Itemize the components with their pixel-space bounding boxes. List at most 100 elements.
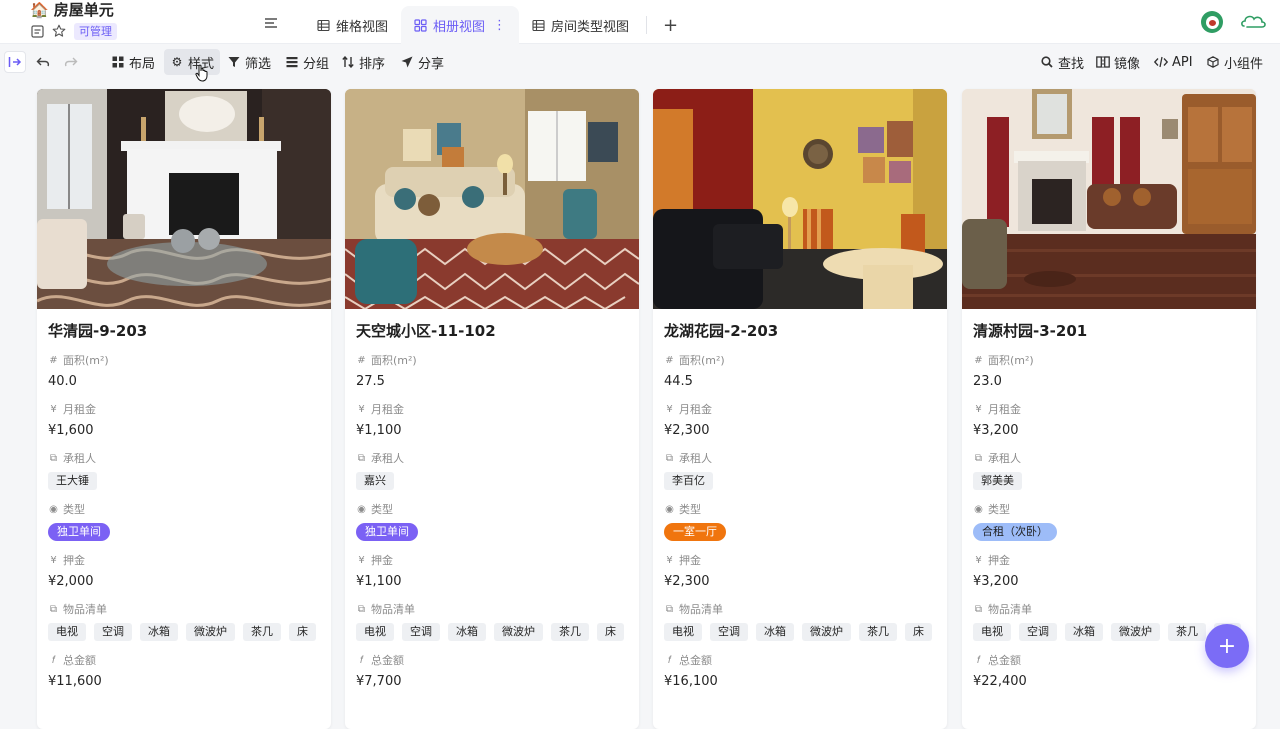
field-label: 物品清单 (988, 603, 1032, 616)
field-label: 物品清单 (371, 603, 415, 616)
datasheet-title[interactable]: 房屋单元 (54, 1, 114, 19)
gallery-view-icon (414, 18, 427, 32)
undo-button[interactable] (30, 49, 56, 75)
add-record-button[interactable]: + (1205, 624, 1249, 668)
item-chip: 空调 (94, 623, 132, 641)
item-chip: 电视 (356, 623, 394, 641)
field-label: 总金额 (679, 654, 712, 667)
field-deposit: ¥ 押金 ¥2,000 (48, 554, 320, 590)
field-value: ¥1,100 (356, 574, 402, 589)
field-value: ¥7,700 (356, 674, 402, 689)
field-value: 27.5 (356, 374, 385, 389)
single-select-icon: ◉ (357, 504, 366, 515)
field-items: ⧉ 物品清单 电视 空调 冰箱 微波炉 茶几 床 (48, 603, 320, 641)
card-cover-image[interactable] (37, 89, 331, 309)
item-chip: 茶几 (1168, 623, 1206, 641)
gallery-card[interactable]: 华清园-9-203 # 面积(m²) 40.0 ¥ 月租金 ¥1,600 ⧉ 承租人 … (37, 89, 331, 729)
link-icon: ⧉ (357, 604, 366, 615)
description-icon[interactable] (30, 24, 44, 38)
field-value: ¥11,600 (48, 674, 102, 689)
api-button[interactable]: API (1148, 49, 1199, 75)
currency-icon: ¥ (358, 555, 365, 566)
expand-sidebar-button[interactable] (4, 51, 26, 73)
currency-icon: ¥ (975, 404, 982, 415)
sort-button[interactable]: 排序 (335, 49, 391, 75)
item-chip: 床 (905, 623, 932, 641)
view-toolbar: 布局 ⚙ 样式 筛选 分组 排序 分享 查找 镜像 API 小组件 (0, 44, 1280, 80)
field-type: ◉ 类型 合租（次卧） (973, 503, 1245, 541)
field-label: 面积(m²) (679, 354, 725, 367)
type-tag: 独卫单间 (356, 523, 418, 541)
add-view-button[interactable]: + (651, 6, 690, 44)
field-value: ¥1,600 (48, 423, 94, 438)
group-icon (285, 55, 299, 69)
house-emoji-icon[interactable]: 🏠 (30, 1, 49, 19)
field-label: 承租人 (988, 452, 1021, 465)
search-button[interactable]: 查找 (1034, 49, 1090, 75)
view-list-toggle-icon[interactable] (262, 15, 280, 31)
field-rent: ¥ 月租金 ¥3,200 (973, 403, 1245, 439)
field-type: ◉ 类型 一室一厅 (664, 503, 936, 541)
more-vertical-icon[interactable]: ⋮ (493, 18, 506, 33)
single-select-icon: ◉ (974, 504, 983, 515)
style-button[interactable]: ⚙ 样式 (164, 49, 221, 75)
field-label: 类型 (63, 503, 85, 516)
item-chip: 微波炉 (802, 623, 851, 641)
gallery-card[interactable]: 龙湖花园-2-203 # 面积(m²) 44.5 ¥ 月租金 ¥2,300 ⧉ 承租人… (653, 89, 947, 729)
card-cover-image[interactable] (345, 89, 639, 309)
redo-icon (64, 55, 78, 69)
datasheet-title-block: 🏠 房屋单元 可管理 (30, 1, 117, 40)
send-icon (400, 55, 414, 69)
user-avatar[interactable] (1201, 11, 1223, 33)
tenant-chip: 王大锤 (48, 472, 97, 490)
redo-button[interactable] (58, 49, 84, 75)
widget-label: 小组件 (1224, 56, 1264, 72)
tab-label: 相册视图 (433, 19, 486, 35)
field-label: 面积(m²) (63, 354, 109, 367)
field-label: 总金额 (63, 654, 96, 667)
item-chip: 床 (289, 623, 316, 641)
tenant-chip: 郭美美 (973, 472, 1022, 490)
share-button[interactable]: 分享 (394, 49, 450, 75)
field-label: 总金额 (371, 654, 404, 667)
mirror-button[interactable]: 镜像 (1090, 49, 1146, 75)
layout-button[interactable]: 布局 (105, 49, 161, 75)
number-icon: # (357, 355, 366, 366)
share-label: 分享 (418, 56, 445, 72)
sort-label: 排序 (359, 56, 386, 72)
field-tenant: ⧉ 承租人 嘉兴 (356, 452, 628, 490)
field-deposit: ¥ 押金 ¥2,300 (664, 554, 936, 590)
widget-button[interactable]: 小组件 (1200, 49, 1269, 75)
mouse-pointer-icon (195, 64, 209, 82)
item-chip: 微波炉 (494, 623, 543, 641)
filter-icon (227, 55, 241, 69)
field-items: ⧉ 物品清单 电视 空调 冰箱 微波炉 茶几 床 (664, 603, 936, 641)
cloud-sync-icon[interactable] (1240, 12, 1268, 32)
group-button[interactable]: 分组 (279, 49, 335, 75)
field-label: 月租金 (679, 403, 712, 416)
number-icon: # (974, 355, 983, 366)
header-bar: 🏠 房屋单元 可管理 维格视图 相册视图 ⋮ 房间类型视图 + (0, 0, 1280, 44)
field-rent: ¥ 月租金 ¥1,100 (356, 403, 628, 439)
card-title: 天空城小区-11-102 (356, 322, 496, 340)
tab-room-type-view[interactable]: 房间类型视图 (519, 6, 642, 44)
mirror-icon (1096, 55, 1110, 69)
filter-label: 筛选 (245, 56, 272, 72)
item-chip: 茶几 (243, 623, 281, 641)
view-tabs: 维格视图 相册视图 ⋮ 房间类型视图 + (304, 6, 690, 44)
tab-grid-view[interactable]: 维格视图 (304, 6, 401, 44)
card-cover-image[interactable] (653, 89, 947, 309)
field-value: ¥1,100 (356, 423, 402, 438)
formula-icon: 𝑓 (667, 655, 672, 666)
item-chip: 电视 (664, 623, 702, 641)
gallery-card[interactable]: 天空城小区-11-102 # 面积(m²) 27.5 ¥ 月租金 ¥1,100 ⧉ 承… (345, 89, 639, 729)
field-label: 月租金 (371, 403, 404, 416)
card-cover-image[interactable] (962, 89, 1256, 309)
filter-button[interactable]: 筛选 (221, 49, 277, 75)
item-chip: 电视 (48, 623, 86, 641)
link-icon: ⧉ (49, 604, 58, 615)
tab-divider (646, 16, 648, 34)
tab-gallery-view[interactable]: 相册视图 ⋮ (401, 6, 520, 44)
permission-badge[interactable]: 可管理 (74, 22, 117, 40)
star-icon[interactable] (52, 24, 66, 38)
